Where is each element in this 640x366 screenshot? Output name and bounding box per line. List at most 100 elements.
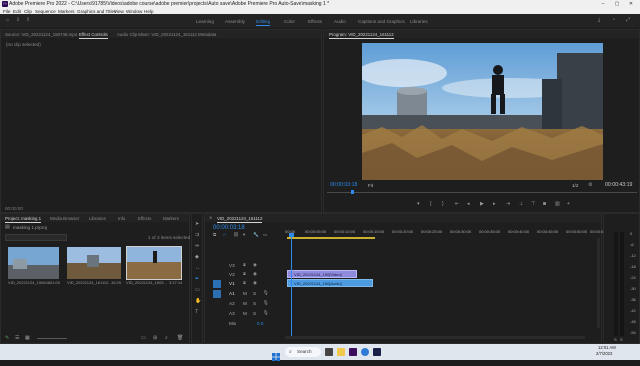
program-playhead[interactable] xyxy=(351,190,354,194)
timeline-horizontal-scrollbar[interactable] xyxy=(285,336,585,339)
task-view-icon[interactable] xyxy=(325,348,333,356)
timeline-ruler[interactable]: 00:00 00:00:05:00 00:00:10:00 00:00:15:0… xyxy=(285,223,611,241)
video-clip[interactable]: VID_20221124_150[Video] xyxy=(287,270,357,278)
workspace-captions-and-graphics[interactable]: Captions and Graphics xyxy=(358,19,405,24)
solo-right-button[interactable]: S xyxy=(620,338,623,342)
audio-clip[interactable]: VID_20221124_150[Audio] xyxy=(287,279,373,287)
timeline-settings-icon[interactable]: 🔧 xyxy=(253,232,259,238)
source-patch-a1[interactable] xyxy=(213,290,221,298)
source-patch-v1[interactable] xyxy=(213,280,221,288)
go-to-out-icon[interactable]: ⇥ xyxy=(506,202,510,207)
type-tool-icon[interactable]: T xyxy=(195,310,198,315)
track-select-tool-icon[interactable]: ⇉ xyxy=(195,233,199,238)
button-editor-icon[interactable]: + xyxy=(567,202,570,207)
maximize-button[interactable]: ▢ xyxy=(610,0,624,8)
snap-icon[interactable]: ∩ xyxy=(223,232,226,238)
workspace-audio[interactable]: Audio xyxy=(334,19,346,24)
mute-button[interactable]: M xyxy=(243,301,247,307)
mark-in-icon[interactable]: { xyxy=(430,202,432,207)
eye-icon[interactable]: ◉ xyxy=(253,280,257,286)
ripple-edit-tool-icon[interactable]: ⇹ xyxy=(195,244,199,249)
project-item-thumbnail[interactable] xyxy=(67,247,121,279)
track-label[interactable]: V1 xyxy=(229,281,235,287)
microphone-icon[interactable]: 🎙 xyxy=(263,290,269,296)
list-view-icon[interactable]: ☰ xyxy=(15,336,19,341)
work-area-bar[interactable] xyxy=(287,237,375,239)
microphone-icon[interactable]: 🎙 xyxy=(263,310,269,316)
timeline-vertical-scrollbar[interactable] xyxy=(597,238,600,328)
comparison-view-icon[interactable]: ▥ xyxy=(555,202,560,207)
microphone-icon[interactable]: 🎙 xyxy=(263,300,269,306)
timeline-timecode[interactable]: 00:00:03:18 xyxy=(213,225,245,231)
quick-export-icon[interactable]: ⤓ xyxy=(598,18,600,23)
tab-sequence[interactable]: VID_20221124_161112 xyxy=(217,216,263,223)
solo-button[interactable]: S xyxy=(253,301,256,307)
track-label[interactable]: A1 xyxy=(229,291,235,297)
project-search-input[interactable] xyxy=(5,234,67,241)
workspace-libraries[interactable]: Libraries xyxy=(410,19,428,24)
tab-effect-controls[interactable]: Effect Controls xyxy=(79,32,108,39)
tab-project[interactable]: Project: masking 1 xyxy=(5,216,42,223)
tab-markers[interactable]: Markers xyxy=(163,216,179,221)
sync-lock-icon[interactable]: ⧈ xyxy=(243,280,246,286)
solo-button[interactable]: S xyxy=(253,311,256,317)
go-to-in-icon[interactable]: ⇤ xyxy=(455,202,459,207)
new-bin-icon[interactable]: ▭ xyxy=(141,336,146,341)
add-marker-icon[interactable]: ▾ xyxy=(243,232,245,238)
windows-start-icon[interactable] xyxy=(272,348,280,361)
extract-icon[interactable]: ⊤ xyxy=(531,202,535,207)
step-back-icon[interactable]: ◂ xyxy=(467,202,470,207)
tab-audio-clip-mixer[interactable]: Audio Clip Mixer: VID_20221124_161112 xyxy=(117,32,197,37)
razor-tool-icon[interactable]: ◆ xyxy=(195,255,199,260)
insert-nest-icon[interactable]: ⧉ xyxy=(213,232,216,238)
eye-icon[interactable]: ◉ xyxy=(253,262,257,268)
home-icon[interactable]: ⌂ xyxy=(6,18,9,23)
program-monitor-title[interactable]: Program: VID_20221124_161112 xyxy=(329,32,394,39)
workspace-assembly[interactable]: Assembly xyxy=(225,19,245,24)
wrench-icon[interactable]: ⚙ xyxy=(588,183,592,188)
tab-metadata[interactable]: Metadata xyxy=(198,32,216,37)
tab-libraries[interactable]: Libraries xyxy=(89,216,106,221)
minimize-button[interactable]: – xyxy=(596,0,610,8)
trash-icon[interactable]: 🗑 xyxy=(177,336,183,341)
workspace-color[interactable]: Color xyxy=(284,19,295,24)
program-scrub-bar[interactable] xyxy=(327,192,637,193)
close-button[interactable]: ✕ xyxy=(624,0,638,8)
track-label[interactable]: A2 xyxy=(229,301,235,307)
pen-tool-icon[interactable]: ✒ xyxy=(195,277,199,282)
workspace-effects[interactable]: Effects xyxy=(308,19,322,24)
selection-tool-icon[interactable]: ➤ xyxy=(195,222,199,227)
fit-dropdown[interactable]: Fit xyxy=(368,183,373,189)
project-item-thumbnail-selected[interactable] xyxy=(126,246,182,280)
tab-info[interactable]: Info xyxy=(118,216,125,221)
taskbar-search-box[interactable]: ⌕ Search xyxy=(285,347,321,357)
progress-icon[interactable]: ◔ xyxy=(612,18,615,23)
mute-button[interactable]: M xyxy=(243,311,247,317)
slip-tool-icon[interactable]: ↔ xyxy=(195,266,200,271)
solo-left-button[interactable]: S xyxy=(614,338,617,342)
tab-media-browser[interactable]: Media Browser xyxy=(50,216,79,221)
lift-icon[interactable]: ⊥ xyxy=(519,202,523,207)
tab-source[interactable]: Source: VID_20221124_150748.mp4 xyxy=(5,32,77,37)
search-icon[interactable]: ⌕ xyxy=(165,336,168,341)
zoom-slider[interactable] xyxy=(37,338,67,339)
timeline-playhead[interactable] xyxy=(291,236,292,336)
mute-button[interactable]: M xyxy=(243,291,247,297)
playback-resolution-dropdown[interactable]: 1/2 xyxy=(572,183,578,189)
mark-out-icon[interactable]: } xyxy=(442,202,444,207)
import-icon[interactable]: ⇩ xyxy=(16,18,20,23)
export-frame-icon[interactable]: ◙ xyxy=(543,202,546,207)
export-icon[interactable]: ⇧ xyxy=(26,18,30,23)
pencil-icon[interactable]: ✎ xyxy=(5,336,9,341)
eye-icon[interactable]: ◉ xyxy=(253,271,257,277)
project-item-thumbnail[interactable] xyxy=(8,247,59,279)
playhead-handle[interactable] xyxy=(289,233,294,237)
new-item-icon[interactable]: ⊞ xyxy=(153,336,157,341)
solo-button[interactable]: S xyxy=(253,291,256,297)
taskbar-date[interactable]: 2/7/2023 xyxy=(596,351,612,356)
workspace-learning[interactable]: Learning xyxy=(196,19,214,24)
captions-icon[interactable]: ▭ xyxy=(263,232,267,238)
file-explorer-icon[interactable] xyxy=(337,348,345,356)
workspace-editing[interactable]: Editing xyxy=(256,19,271,26)
tab-effects[interactable]: Effects xyxy=(138,216,151,221)
